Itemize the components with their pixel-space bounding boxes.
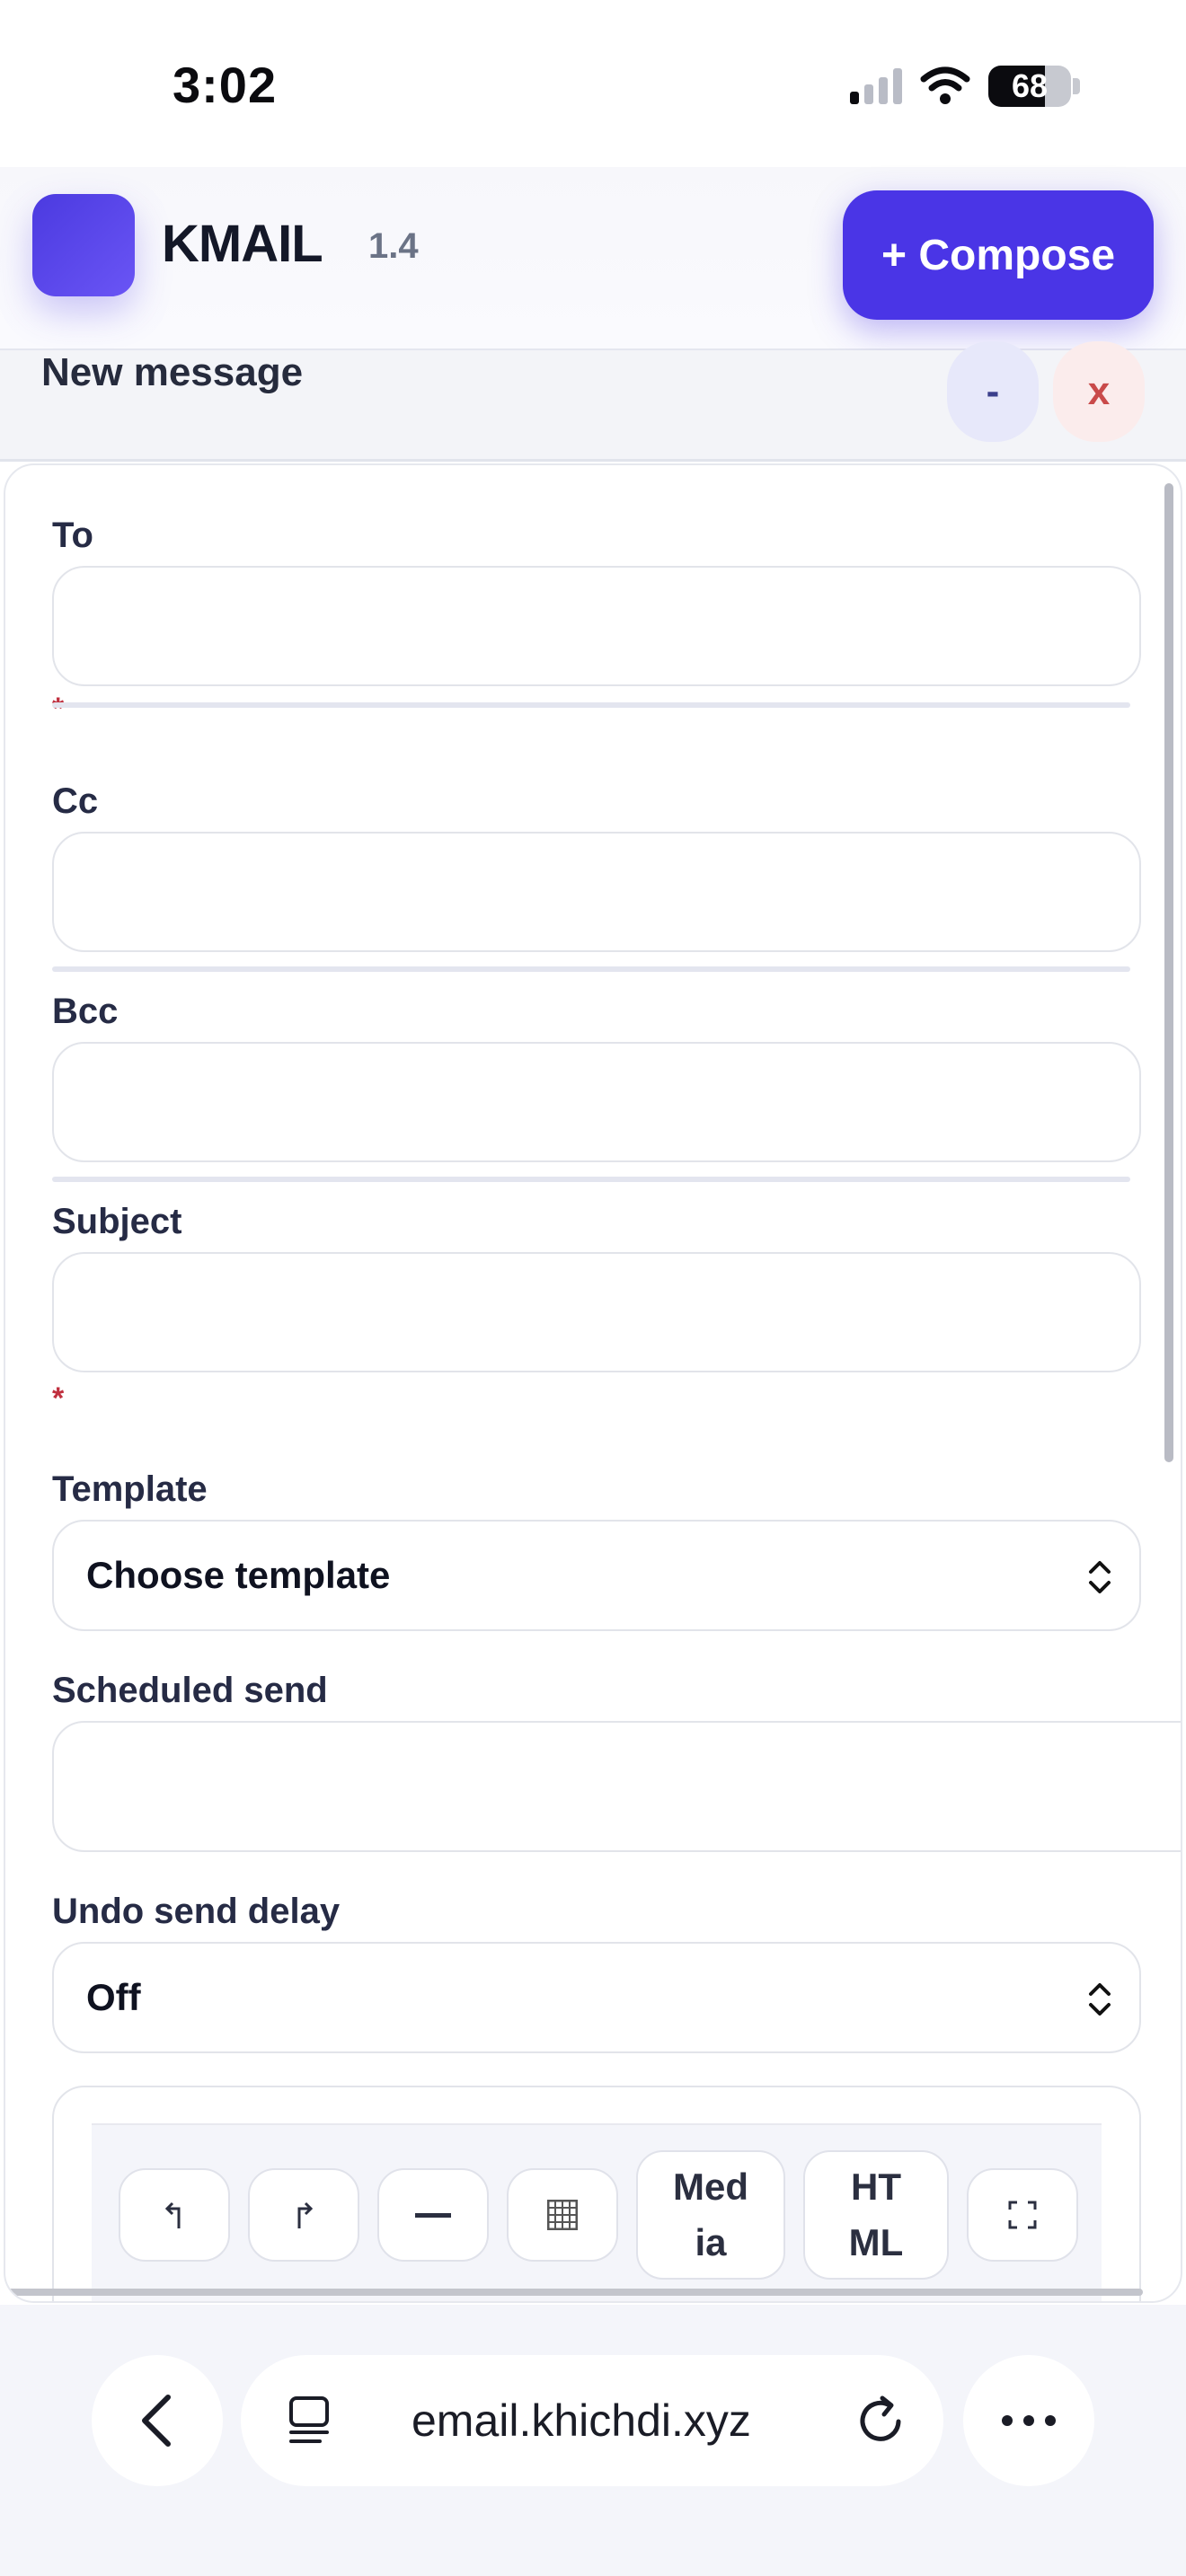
undo-delay-label: Undo send delay bbox=[52, 1892, 341, 1931]
browser-bar: email.khichdi.xyz bbox=[0, 2305, 1186, 2576]
media-label-line1: Med bbox=[673, 2166, 748, 2208]
table-icon bbox=[547, 2200, 578, 2230]
fullscreen-icon bbox=[1008, 2201, 1037, 2229]
select-caret-icon bbox=[1089, 1561, 1111, 1593]
app-name: KMAIL bbox=[162, 215, 323, 273]
tabs-icon[interactable] bbox=[284, 2395, 334, 2445]
cellular-signal-icon bbox=[850, 68, 902, 104]
select-caret-icon bbox=[1089, 1983, 1111, 2016]
divider bbox=[52, 702, 1130, 708]
compose-button[interactable]: + Compose bbox=[843, 190, 1154, 320]
undo-delay-selected-value: Off bbox=[86, 1976, 141, 2018]
horizontal-rule-icon bbox=[415, 2213, 451, 2218]
redo-button[interactable] bbox=[248, 2168, 359, 2262]
undo-icon bbox=[164, 2201, 181, 2228]
reload-icon[interactable] bbox=[855, 2395, 907, 2447]
status-bar: 3:02 68 bbox=[0, 0, 1186, 167]
subject-label: Subject bbox=[52, 1202, 182, 1241]
bcc-field[interactable] bbox=[52, 1042, 1141, 1162]
redo-icon bbox=[297, 2201, 314, 2228]
battery-icon: 68 bbox=[988, 66, 1071, 107]
scheduled-send-field[interactable] bbox=[52, 1721, 1181, 1852]
subject-required-mark: * bbox=[52, 1381, 65, 1416]
app-version: 1.4 bbox=[368, 226, 419, 266]
more-icon bbox=[1002, 2415, 1056, 2426]
app-logo bbox=[32, 194, 135, 296]
minimize-button[interactable]: - bbox=[947, 341, 1039, 442]
horizontal-rule-button[interactable] bbox=[377, 2168, 489, 2262]
to-field[interactable] bbox=[52, 566, 1141, 686]
scrollbar[interactable] bbox=[1164, 483, 1173, 1462]
template-label: Template bbox=[52, 1469, 208, 1509]
media-button[interactable]: Med ia bbox=[636, 2150, 785, 2280]
address-bar[interactable]: email.khichdi.xyz bbox=[241, 2355, 943, 2486]
cc-field[interactable] bbox=[52, 832, 1141, 952]
media-label-line2: ia bbox=[695, 2221, 727, 2263]
fullscreen-button[interactable] bbox=[967, 2168, 1078, 2262]
status-time: 3:02 bbox=[173, 57, 278, 113]
wifi-icon bbox=[920, 66, 970, 104]
status-icons: 68 bbox=[850, 63, 1080, 110]
html-label-line2: ML bbox=[848, 2221, 904, 2263]
more-button[interactable] bbox=[963, 2355, 1094, 2486]
table-button[interactable] bbox=[507, 2168, 618, 2262]
scheduled-send-label: Scheduled send bbox=[52, 1671, 328, 1710]
close-button[interactable]: x bbox=[1053, 341, 1145, 442]
template-select[interactable]: Choose template bbox=[52, 1520, 1141, 1631]
to-label: To bbox=[52, 516, 93, 555]
template-selected-value: Choose template bbox=[86, 1554, 391, 1596]
cc-label: Cc bbox=[52, 781, 99, 821]
html-label-line1: HT bbox=[851, 2166, 901, 2208]
divider bbox=[52, 966, 1130, 972]
undo-button[interactable] bbox=[119, 2168, 230, 2262]
chevron-left-icon bbox=[142, 2395, 171, 2447]
html-button[interactable]: HT ML bbox=[803, 2150, 949, 2280]
to-required-mark: * bbox=[52, 692, 65, 726]
subject-field[interactable] bbox=[52, 1252, 1141, 1372]
back-button[interactable] bbox=[92, 2355, 223, 2486]
battery-level: 68 bbox=[1011, 67, 1049, 104]
new-message-bar: New message - x bbox=[0, 341, 1186, 462]
app-header: KMAIL 1.4 + Compose bbox=[0, 167, 1186, 350]
undo-delay-select[interactable]: Off bbox=[52, 1942, 1141, 2053]
divider bbox=[52, 1177, 1130, 1182]
bcc-label: Bcc bbox=[52, 992, 119, 1031]
editor-toolbar: Med ia HT ML bbox=[92, 2123, 1102, 2301]
message-title: New message bbox=[41, 350, 304, 394]
form-bottom-rule bbox=[5, 2289, 1143, 2296]
compose-form: To * Cc Bcc Subject * Template Choose te… bbox=[4, 463, 1182, 2303]
url-text: email.khichdi.xyz bbox=[412, 2395, 751, 2446]
